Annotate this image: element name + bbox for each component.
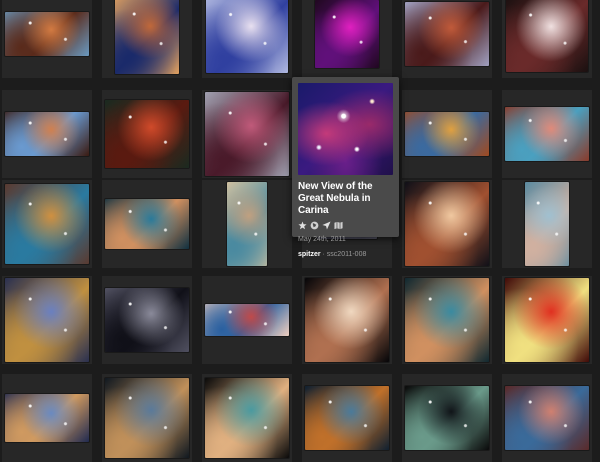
gallery-cell[interactable] bbox=[102, 180, 192, 268]
gallery-cell[interactable] bbox=[202, 374, 292, 462]
thumbnail-orange-dust-field[interactable] bbox=[405, 2, 489, 66]
thumbnail-red-ridge[interactable] bbox=[205, 304, 289, 336]
thumbnail-eagle-nebula[interactable] bbox=[305, 386, 389, 450]
gallery-cell[interactable] bbox=[402, 374, 492, 462]
gallery-cell[interactable] bbox=[202, 276, 292, 364]
thumbnail-blue-pillar-low[interactable] bbox=[5, 394, 89, 442]
gallery-cell[interactable] bbox=[402, 276, 492, 364]
thumbnail-teal-pillar[interactable] bbox=[105, 199, 189, 249]
gallery-cell[interactable] bbox=[502, 180, 592, 268]
gallery-cell[interactable] bbox=[202, 0, 292, 78]
gallery-cell[interactable] bbox=[2, 276, 92, 364]
gallery-cell[interactable] bbox=[202, 180, 292, 268]
thumbnail-tall-pillar[interactable] bbox=[227, 182, 267, 266]
popup-source-user[interactable]: spitzer bbox=[298, 251, 321, 258]
map-icon[interactable] bbox=[334, 221, 343, 230]
image-info-popup[interactable]: New View of the Great Nebula in Carina M… bbox=[292, 77, 399, 258]
thumbnail-pink-nebula[interactable] bbox=[205, 92, 289, 176]
thumbnail-homunculus-black[interactable] bbox=[305, 278, 389, 362]
thumbnail-single-star[interactable] bbox=[405, 386, 489, 450]
thumbnail-red-explosion[interactable] bbox=[505, 278, 589, 362]
gallery-cell[interactable] bbox=[302, 374, 392, 462]
gallery-cell[interactable] bbox=[2, 0, 92, 78]
thumbnail-golden-wide[interactable] bbox=[405, 112, 489, 156]
gallery-cell[interactable] bbox=[402, 0, 492, 78]
thumbnail-magenta-glow[interactable] bbox=[315, 0, 379, 68]
gallery-cell[interactable] bbox=[202, 90, 292, 178]
gallery-cell[interactable] bbox=[102, 276, 192, 364]
thumbnail-eta-carinae-blue[interactable] bbox=[206, 0, 288, 73]
popup-source-id[interactable]: ssc2011-008 bbox=[327, 251, 367, 258]
location-icon[interactable] bbox=[322, 220, 331, 230]
thumbnail-pink-swirl[interactable] bbox=[505, 386, 589, 450]
thumbnail-dusty-filament[interactable] bbox=[105, 378, 189, 458]
gallery-cell[interactable] bbox=[2, 374, 92, 462]
gallery-cell[interactable] bbox=[102, 0, 192, 78]
thumbnail-homunculus[interactable] bbox=[405, 182, 489, 266]
gallery-cell[interactable] bbox=[302, 0, 392, 78]
gallery-cell[interactable] bbox=[502, 90, 592, 178]
popup-source[interactable]: spitzer · ssc2011-008 bbox=[298, 251, 393, 258]
globe-icon[interactable] bbox=[310, 221, 319, 230]
thumbnail-nebula-cloud-blue-orange[interactable] bbox=[115, 0, 179, 74]
popup-thumbnail[interactable] bbox=[298, 83, 393, 175]
thumbnail-keyhole-pink[interactable] bbox=[505, 107, 589, 161]
gallery-cell[interactable] bbox=[402, 90, 492, 178]
gallery-cell[interactable] bbox=[402, 180, 492, 268]
thumbnail-mystic-mountain[interactable] bbox=[5, 184, 89, 264]
thumbnail-red-cloud[interactable] bbox=[105, 100, 189, 168]
thumbnail-pillars-blue-sky[interactable] bbox=[5, 112, 89, 156]
gallery-cell[interactable] bbox=[502, 0, 592, 78]
gallery-cell[interactable] bbox=[102, 90, 192, 178]
thumbnail-tall-blue-pillar[interactable] bbox=[525, 182, 569, 266]
thumbnail-stepped-mosaic[interactable] bbox=[205, 378, 289, 458]
gallery-cell[interactable] bbox=[2, 90, 92, 178]
popup-date: May 24th, 2011 bbox=[298, 236, 346, 243]
thumbnail-blue-cluster[interactable] bbox=[5, 278, 89, 362]
gallery-cell[interactable] bbox=[502, 276, 592, 364]
gallery-cell[interactable] bbox=[302, 276, 392, 364]
thumbnail-teal-cluster[interactable] bbox=[405, 278, 489, 362]
gallery-cell[interactable] bbox=[102, 374, 192, 462]
star-icon[interactable] bbox=[298, 220, 307, 230]
gallery-cell[interactable] bbox=[502, 374, 592, 462]
thumbnail-dark-starfield[interactable] bbox=[105, 288, 189, 352]
thumbnail-bright-nebula-white[interactable] bbox=[506, 0, 588, 72]
thumbnail-pillars-orange[interactable] bbox=[5, 12, 89, 56]
popup-action-icons bbox=[298, 220, 393, 230]
popup-title[interactable]: New View of the Great Nebula in Carina bbox=[298, 181, 393, 217]
gallery-cell[interactable] bbox=[2, 180, 92, 268]
